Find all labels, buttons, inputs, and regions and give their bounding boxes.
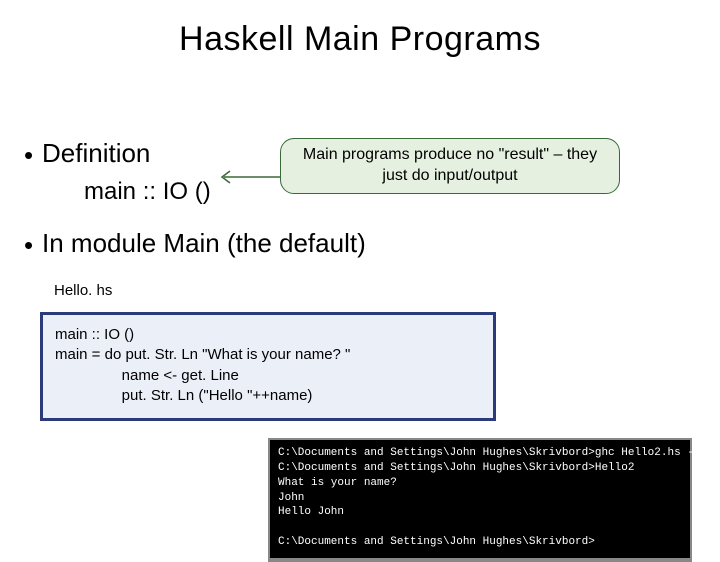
main-signature: main :: IO () <box>84 178 211 206</box>
bullet-module: In module Main (the default) <box>42 228 366 259</box>
bullet-definition: Definition <box>42 138 150 169</box>
terminal-output: C:\Documents and Settings\John Hughes\Sk… <box>268 438 692 562</box>
slide-title: Haskell Main Programs <box>0 20 720 59</box>
callout-box: Main programs produce no "result" – they… <box>280 138 620 194</box>
code-box: main :: IO () main = do put. Str. Ln "Wh… <box>40 312 496 421</box>
callout-pointer <box>216 175 280 177</box>
filename-label: Hello. hs <box>54 282 112 299</box>
